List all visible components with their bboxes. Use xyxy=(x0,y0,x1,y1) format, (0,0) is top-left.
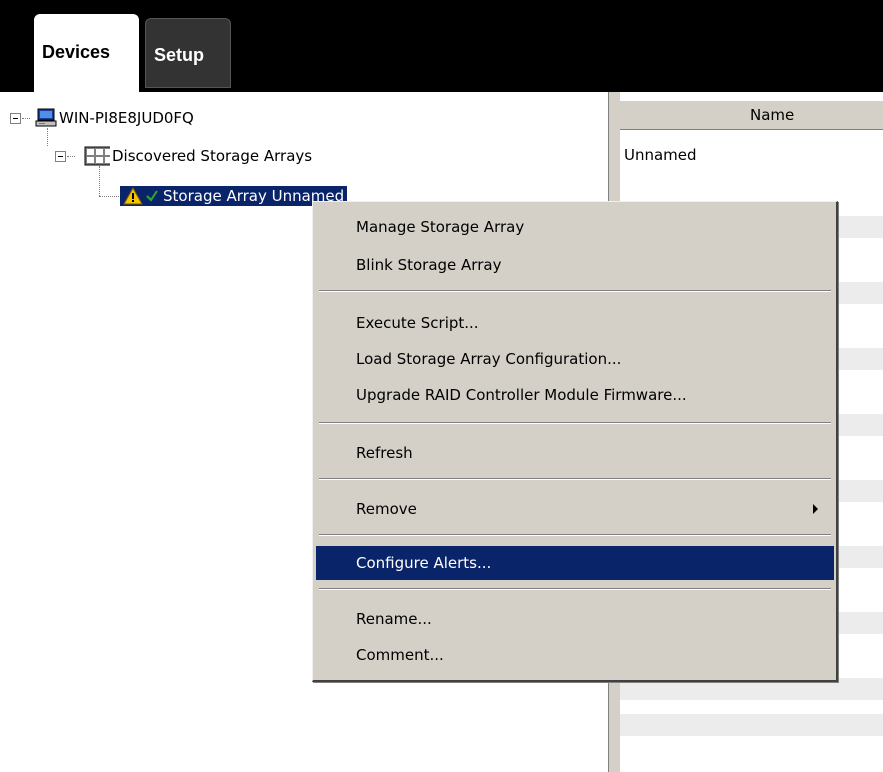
tab-devices[interactable]: Devices xyxy=(34,14,139,92)
menu-item-remove[interactable]: Remove xyxy=(316,492,834,526)
table-cell-name: Unnamed xyxy=(624,146,697,164)
menu-item-execute-script[interactable]: Execute Script... xyxy=(316,306,834,340)
menu-separator xyxy=(319,422,831,424)
menu-item-blink-storage-array[interactable]: Blink Storage Array xyxy=(316,248,834,282)
menu-item-comment[interactable]: Comment... xyxy=(316,638,834,672)
tab-bar: Devices Setup xyxy=(0,0,883,92)
tree-node-host-label: WIN-PI8E8JUD0FQ xyxy=(59,109,194,127)
menu-separator xyxy=(319,588,831,590)
menu-item-load-configuration[interactable]: Load Storage Array Configuration... xyxy=(316,342,834,376)
tree-connector xyxy=(47,128,48,146)
menu-item-rename[interactable]: Rename... xyxy=(316,602,834,636)
menu-item-configure-alerts[interactable]: Configure Alerts... xyxy=(316,546,834,580)
table-row xyxy=(620,714,883,736)
menu-separator xyxy=(319,290,831,292)
submenu-arrow-icon xyxy=(813,504,818,514)
tree-node-discovered-arrays-label: Discovered Storage Arrays xyxy=(112,147,313,165)
context-menu: Manage Storage Array Blink Storage Array… xyxy=(312,201,838,682)
storage-arrays-icon xyxy=(84,146,110,166)
menu-item-upgrade-firmware[interactable]: Upgrade RAID Controller Module Firmware.… xyxy=(316,378,834,412)
collapse-toggle[interactable] xyxy=(55,150,66,162)
warning-icon xyxy=(123,187,143,205)
tree-node-discovered-arrays[interactable]: Discovered Storage Arrays xyxy=(55,144,312,168)
column-header-name[interactable]: Name xyxy=(620,100,883,130)
tab-setup[interactable]: Setup xyxy=(145,18,231,88)
menu-item-manage-storage-array[interactable]: Manage Storage Array xyxy=(316,210,834,244)
tree-node-host[interactable]: WIN-PI8E8JUD0FQ xyxy=(10,106,194,130)
tree-connector xyxy=(99,166,100,196)
menu-item-refresh[interactable]: Refresh xyxy=(316,436,834,470)
menu-separator xyxy=(319,534,831,536)
computer-icon xyxy=(35,108,57,127)
tree-connector xyxy=(99,196,119,197)
menu-separator xyxy=(319,478,831,480)
check-icon xyxy=(146,190,158,202)
collapse-toggle[interactable] xyxy=(10,112,21,124)
menu-item-remove-label: Remove xyxy=(356,500,417,518)
